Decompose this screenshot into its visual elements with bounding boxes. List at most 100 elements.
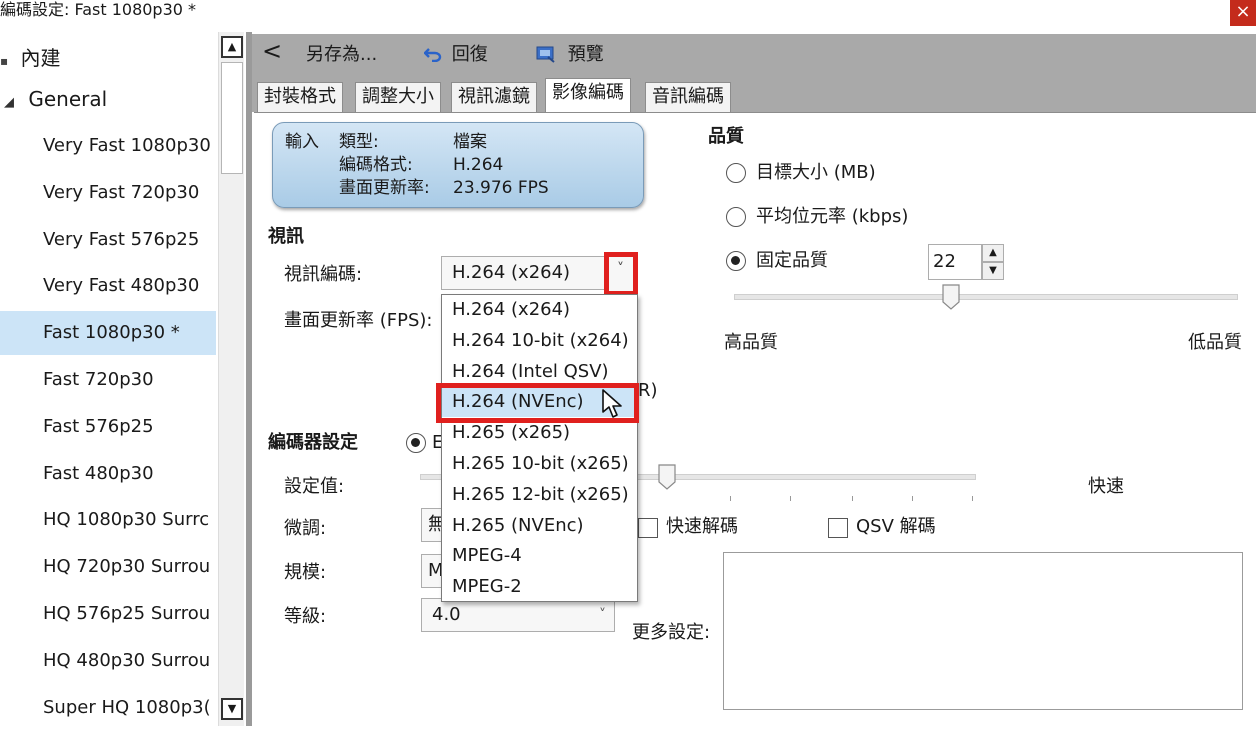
preset-list-scrollbar[interactable]: ▲ ▼ bbox=[218, 32, 244, 726]
encoder-options-radio[interactable] bbox=[406, 433, 426, 453]
slider-tick bbox=[730, 496, 731, 501]
quality-spin-down[interactable]: ▼ bbox=[982, 262, 1004, 280]
source-heading: 輸入 bbox=[285, 132, 319, 152]
chevron-left-icon: < bbox=[262, 37, 283, 65]
fast-decode-checkbox[interactable] bbox=[638, 518, 658, 538]
preview-label: 預覽 bbox=[567, 44, 604, 65]
qsv-decode-label: QSV 解碼 bbox=[856, 516, 936, 537]
back-button[interactable]: < bbox=[262, 38, 282, 64]
slider-tick bbox=[912, 496, 913, 501]
chevron-down-icon: ˅ bbox=[617, 261, 624, 277]
source-fps-value: 23.976 FPS bbox=[453, 178, 549, 198]
avg-bitrate-label: 平均位元率 (kbps) bbox=[756, 206, 909, 227]
scroll-up-button[interactable]: ▲ bbox=[221, 36, 243, 58]
tree-node-label: General bbox=[28, 87, 108, 111]
tab-container[interactable]: 封裝格式 bbox=[257, 82, 343, 112]
window-title: 編碼設定: Fast 1080p30 * bbox=[0, 0, 197, 19]
framerate-label: 畫面更新率 (FPS): bbox=[284, 310, 433, 331]
quality-spin-up[interactable]: ▲ bbox=[982, 244, 1004, 262]
tree-expand-icon: ▪ bbox=[0, 54, 9, 68]
toolbar: < 另存為... 回復 預覽 bbox=[252, 34, 1256, 78]
video-codec-value: H.264 (x264) bbox=[452, 262, 571, 283]
scroll-down-button[interactable]: ▼ bbox=[221, 698, 243, 720]
video-codec-dropdown-toggle[interactable]: ˅ bbox=[604, 252, 638, 296]
tree-collapse-icon: ◢ bbox=[4, 95, 14, 110]
more-settings-textbox[interactable] bbox=[723, 552, 1243, 710]
save-as-button[interactable]: 另存為... bbox=[306, 42, 377, 68]
preset-item[interactable]: HQ 1080p30 Surrc bbox=[0, 498, 216, 542]
constant-quality-label: 固定品質 bbox=[756, 250, 828, 271]
revert-button[interactable]: 回復 bbox=[423, 42, 488, 68]
codec-option[interactable]: H.265 (NVEnc) bbox=[442, 511, 637, 541]
quality-section-heading: 品質 bbox=[708, 126, 744, 147]
quality-value-input[interactable]: 22 bbox=[928, 244, 982, 280]
preset-item[interactable]: Fast 576p25 bbox=[0, 405, 216, 449]
tree-node-builtin[interactable]: ▪ 內建 bbox=[0, 42, 61, 71]
preset-item[interactable]: Very Fast 480p30 bbox=[0, 264, 216, 308]
preset-item[interactable]: Super HQ 1080p3( bbox=[0, 686, 216, 730]
revert-label: 回復 bbox=[451, 44, 488, 65]
encoder-preset-label: 設定值: bbox=[284, 476, 345, 497]
video-codec-dropdown-list: H.264 (x264) H.264 10-bit (x264) H.264 (In… bbox=[441, 294, 638, 602]
video-codec-combo[interactable]: H.264 (x264) bbox=[441, 256, 609, 290]
tab-dimensions[interactable]: 調整大小 bbox=[355, 82, 441, 112]
preview-icon bbox=[536, 46, 555, 63]
more-settings-label: 更多設定: bbox=[632, 622, 711, 643]
codec-option[interactable]: H.264 10-bit (x264) bbox=[442, 326, 637, 356]
qsv-decode-checkbox[interactable] bbox=[828, 518, 848, 538]
video-section-heading: 視訊 bbox=[268, 226, 304, 247]
codec-option[interactable]: H.265 12-bit (x265) bbox=[442, 480, 637, 510]
tab-video[interactable]: 影像編碼 bbox=[545, 78, 631, 113]
framerate-option-partial: R) bbox=[638, 380, 658, 401]
encoder-level-combo[interactable]: 4.0 ˅ bbox=[421, 598, 615, 632]
triangle-down-icon: ▼ bbox=[227, 702, 237, 715]
fast-decode-label: 快速解碼 bbox=[666, 516, 738, 537]
source-type-label: 類型: bbox=[339, 132, 379, 152]
codec-option[interactable]: MPEG-2 bbox=[442, 572, 637, 602]
encoder-preset-slider-thumb[interactable] bbox=[658, 464, 676, 490]
tab-filters[interactable]: 視訊濾鏡 bbox=[451, 82, 537, 112]
tab-audio[interactable]: 音訊編碼 bbox=[645, 82, 731, 112]
preset-item[interactable]: Very Fast 720p30 bbox=[0, 171, 216, 215]
quality-slider-thumb[interactable] bbox=[942, 284, 960, 310]
source-codec-label: 編碼格式: bbox=[339, 155, 413, 175]
triangle-up-icon: ▲ bbox=[989, 247, 997, 258]
codec-option[interactable]: H.264 (x264) bbox=[442, 295, 637, 325]
slider-tick bbox=[852, 496, 853, 501]
encoder-tune-label: 微調: bbox=[284, 518, 327, 539]
close-button[interactable]: × bbox=[1230, 0, 1256, 26]
preview-button[interactable]: 預覽 bbox=[536, 42, 604, 68]
preset-item[interactable]: HQ 720p30 Surrou bbox=[0, 545, 216, 589]
chevron-down-icon: ˅ bbox=[599, 607, 606, 623]
source-type-value: 檔案 bbox=[453, 132, 487, 152]
triangle-down-icon: ▼ bbox=[989, 265, 997, 276]
target-size-radio[interactable] bbox=[726, 163, 746, 183]
codec-option[interactable]: MPEG-4 bbox=[442, 541, 637, 571]
avg-bitrate-radio[interactable] bbox=[726, 207, 746, 227]
preset-item[interactable]: HQ 576p25 Surrou bbox=[0, 592, 216, 636]
preset-item[interactable]: Fast 1080p30 * bbox=[0, 311, 216, 356]
tree-node-general[interactable]: ◢ General bbox=[4, 87, 107, 111]
source-info-box: 輸入 類型: 檔案 編碼格式: H.264 畫面更新率: 23.976 FPS bbox=[272, 122, 644, 208]
encoder-section-heading: 編碼器設定 bbox=[268, 432, 358, 453]
source-codec-value: H.264 bbox=[453, 155, 504, 175]
constant-quality-radio[interactable] bbox=[726, 251, 746, 271]
encoder-level-label: 等級: bbox=[284, 606, 327, 627]
encoder-profile-label: 規模: bbox=[284, 562, 327, 583]
preset-list: ▪ 內建 ◢ General Very Fast 1080p30 Very Fas… bbox=[0, 32, 246, 736]
slider-tick bbox=[972, 496, 973, 501]
low-quality-label: 低品質 bbox=[1188, 332, 1242, 353]
preset-item[interactable]: HQ 480p30 Surrou bbox=[0, 639, 216, 683]
preset-item[interactable]: Fast 720p30 bbox=[0, 358, 216, 402]
target-size-label: 目標大小 (MB) bbox=[756, 162, 876, 183]
mouse-pointer-icon bbox=[602, 389, 622, 418]
quality-slider-track[interactable] bbox=[734, 294, 1238, 300]
slider-tick bbox=[790, 496, 791, 501]
source-fps-label: 畫面更新率: bbox=[339, 178, 430, 198]
scroll-thumb[interactable] bbox=[221, 62, 243, 174]
encoder-level-value: 4.0 bbox=[432, 604, 461, 625]
preset-item[interactable]: Very Fast 1080p30 bbox=[0, 124, 216, 168]
preset-item[interactable]: Very Fast 576p25 bbox=[0, 218, 216, 262]
codec-option[interactable]: H.265 10-bit (x265) bbox=[442, 449, 637, 479]
preset-item[interactable]: Fast 480p30 bbox=[0, 452, 216, 496]
